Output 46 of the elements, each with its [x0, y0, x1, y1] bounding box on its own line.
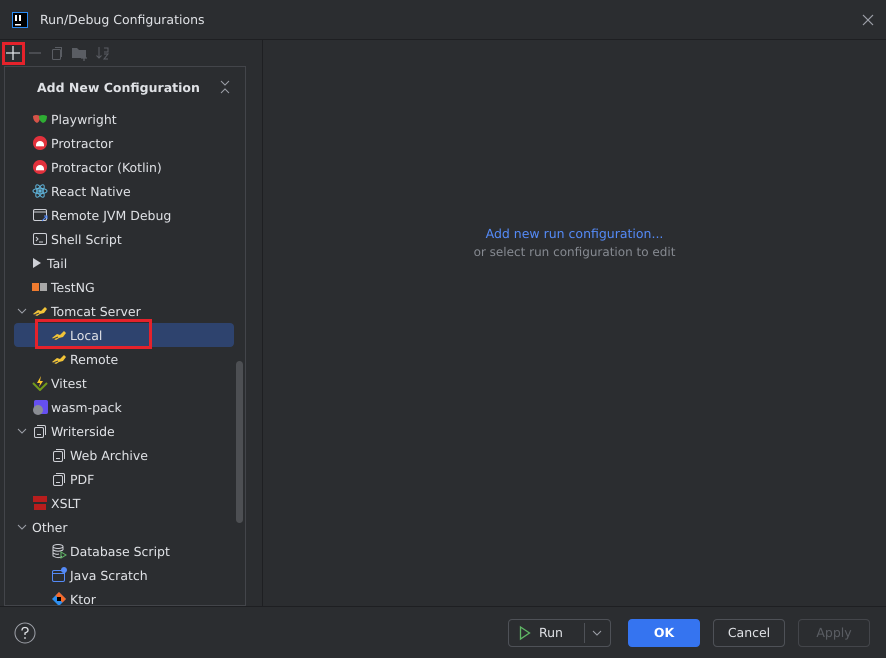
app-logo-icon [12, 12, 28, 28]
play-icon [519, 624, 531, 640]
tree-item[interactable]: TestNG [14, 275, 234, 299]
tree-item[interactable]: Remote JVM Debug [14, 203, 234, 227]
close-icon[interactable] [862, 14, 874, 26]
tree-item[interactable]: Vitest [14, 371, 234, 395]
document-icon [51, 471, 67, 487]
scrollbar-thumb[interactable] [236, 361, 243, 523]
highlight-frame [2, 42, 25, 65]
terminal-icon [32, 231, 48, 247]
tree-item[interactable]: Database Script [14, 539, 234, 563]
play-icon [32, 255, 42, 271]
tree-item[interactable]: Web Archive [14, 443, 234, 467]
protractor-icon [32, 159, 48, 175]
lightning-icon [32, 375, 48, 391]
window-clock-icon [51, 567, 67, 583]
collapse-icon[interactable] [219, 80, 231, 94]
tree-item[interactable]: Tomcat Server [14, 299, 234, 323]
document-icon [32, 423, 48, 439]
window-title: Run/Debug Configurations [40, 12, 206, 27]
protractor-icon [32, 135, 48, 151]
tree-item[interactable]: Writerside [14, 419, 234, 443]
tree-item[interactable]: wasm-pack [14, 395, 234, 419]
add-configuration-link[interactable]: Add new run configuration... [486, 226, 664, 241]
tree-item[interactable]: Other [14, 515, 234, 539]
tree-item[interactable]: React Native [14, 179, 234, 203]
tree-item[interactable]: Protractor (Kotlin) [14, 155, 234, 179]
add-icon[interactable] [5, 45, 21, 61]
tree-item[interactable]: Tail [14, 251, 234, 275]
tree-item[interactable]: Remote [14, 347, 234, 371]
document-icon [51, 447, 67, 463]
tree-item[interactable]: Java Scratch [14, 563, 234, 587]
atom-icon [32, 183, 48, 199]
dialog-button[interactable]: OK [628, 618, 700, 646]
hint-text: or select run configuration to edit [474, 245, 676, 259]
tree-item[interactable]: Local [14, 323, 234, 347]
tree-item[interactable]: Ktor [14, 587, 234, 605]
tree-item[interactable]: PDF [14, 467, 234, 491]
tree-item[interactable]: Protractor [14, 131, 234, 155]
tree-item[interactable]: Playwright [14, 107, 234, 131]
tree-item[interactable]: Shell Script [14, 227, 234, 251]
dialog-button[interactable]: Cancel [713, 618, 785, 646]
popup-title: Add New Configuration [37, 80, 200, 94]
tree-item[interactable]: XSLT [14, 491, 234, 515]
help-icon[interactable] [14, 622, 36, 644]
database-icon [51, 543, 67, 559]
